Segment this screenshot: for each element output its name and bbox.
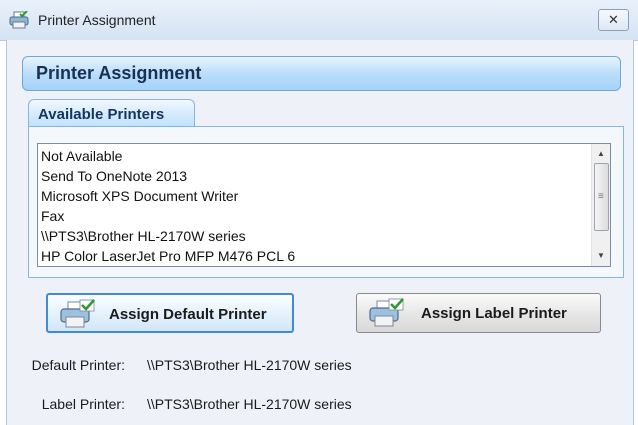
close-button[interactable]: ✕ (598, 9, 629, 31)
label-printer-label: Label Printer: (41, 396, 125, 412)
printer-check-icon (369, 298, 404, 327)
list-item[interactable]: Not Available (41, 146, 589, 166)
label-printer-value: \\PTS3\Brother HL-2170W series (147, 396, 352, 412)
list-item[interactable]: HP Color LaserJet Pro MFP M476 PCL 6 (41, 246, 589, 266)
grip-icon: ≡ (598, 191, 604, 202)
list-scrollbar[interactable]: ▲ ≡ ▼ (591, 144, 610, 266)
list-item[interactable]: Microsoft XPS Document Writer (41, 186, 589, 206)
window-title: Printer Assignment (38, 12, 156, 28)
list-item[interactable]: \\PTS3\Brother HL-2170W series (41, 226, 589, 246)
scroll-down-icon[interactable]: ▼ (592, 248, 610, 264)
printer-check-icon (60, 299, 95, 328)
assign-default-printer-button[interactable]: Assign Default Printer (46, 293, 294, 333)
scroll-up-icon[interactable]: ▲ (592, 146, 610, 162)
assign-default-printer-label: Assign Default Printer (109, 306, 267, 323)
printer-icon (9, 11, 29, 29)
close-icon: ✕ (608, 12, 619, 27)
tab-label: Available Printers (38, 106, 165, 123)
printer-list[interactable]: Not Available Send To OneNote 2013 Micro… (37, 143, 611, 267)
page-title: Printer Assignment (36, 63, 202, 83)
list-item[interactable]: Fax (41, 206, 589, 226)
default-printer-value: \\PTS3\Brother HL-2170W series (147, 357, 352, 373)
tab-available-printers[interactable]: Available Printers (28, 99, 195, 127)
assign-label-printer-label: Assign Label Printer (421, 305, 567, 322)
header-bar: Printer Assignment (22, 56, 621, 91)
title-bar: Printer Assignment ✕ (0, 0, 638, 41)
assign-label-printer-button[interactable]: Assign Label Printer (356, 293, 601, 333)
scroll-thumb[interactable]: ≡ (594, 163, 609, 231)
default-printer-label: Default Printer: (31, 357, 125, 373)
list-item[interactable]: Send To OneNote 2013 (41, 166, 589, 186)
